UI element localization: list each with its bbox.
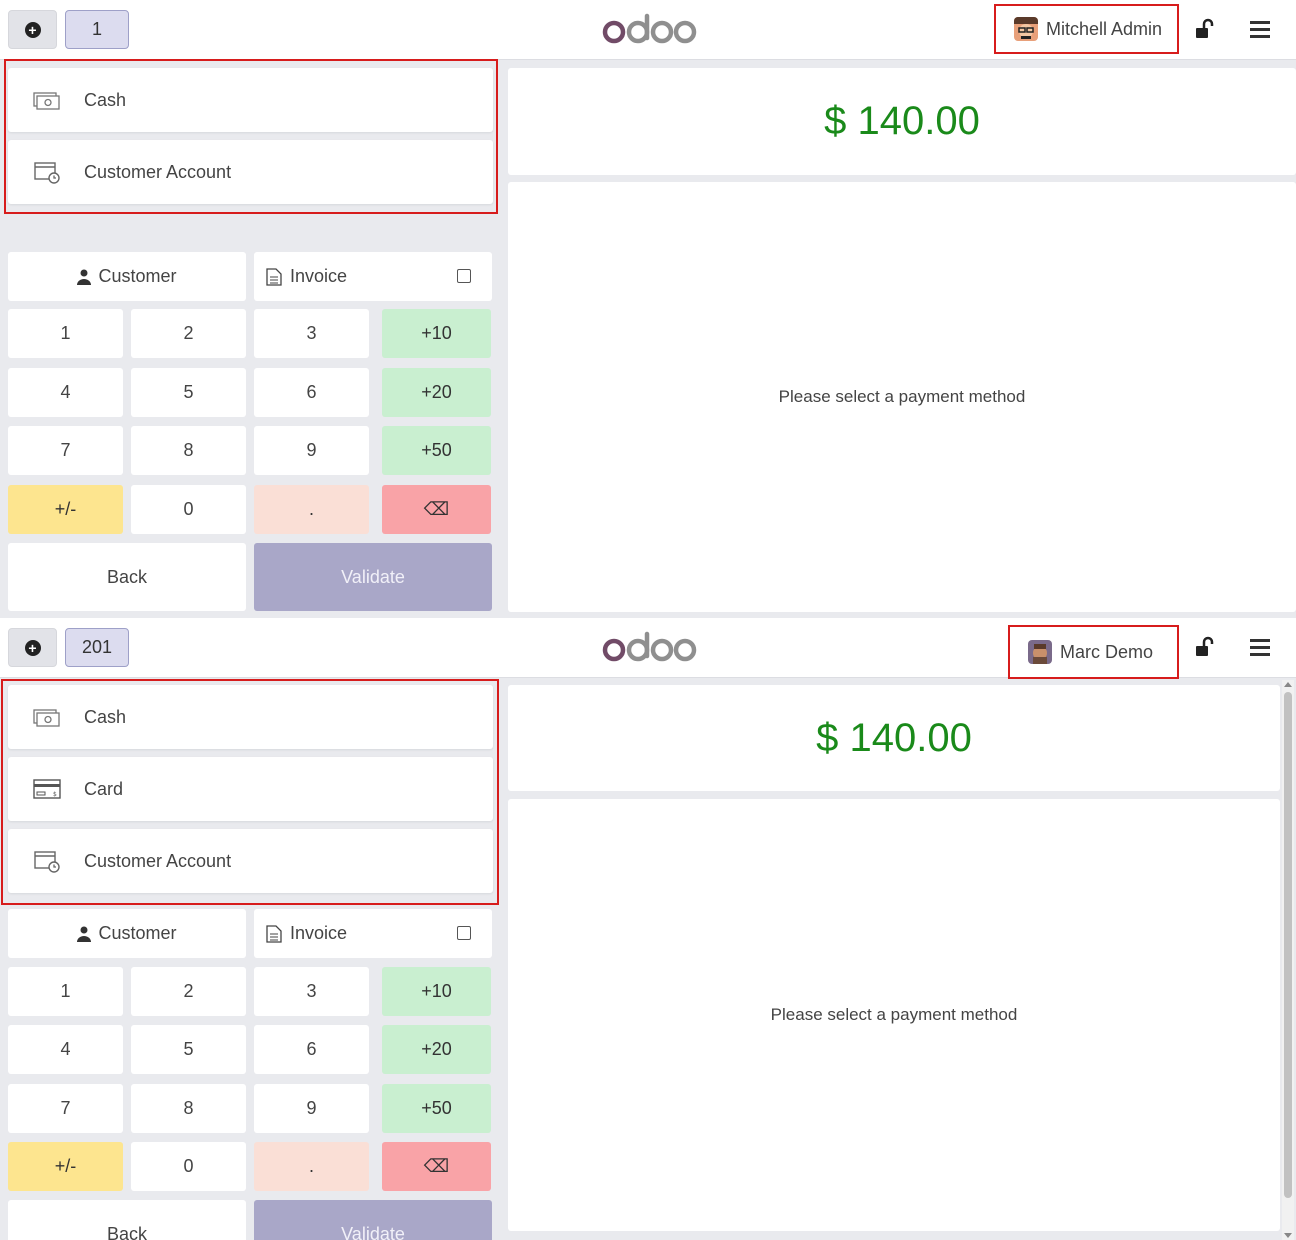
hamburger-menu-icon[interactable] (1248, 636, 1272, 658)
numpad-backspace[interactable]: ⌫ (382, 485, 491, 534)
cash-icon (33, 709, 60, 727)
svg-text:$: $ (53, 791, 57, 798)
payment-method-label: Cash (84, 89, 127, 110)
invoice-label: Invoice (290, 923, 348, 943)
payment-method-label: Cash (84, 706, 127, 727)
new-order-button[interactable]: + (8, 628, 57, 667)
cash-icon (33, 92, 60, 110)
numpad-key-0[interactable]: 0 (131, 485, 246, 534)
document-icon (266, 924, 282, 943)
odoo-logo (602, 631, 697, 662)
numpad-key-5[interactable]: 5 (131, 368, 246, 417)
document-icon (266, 267, 282, 286)
numpad-key-0[interactable]: 0 (131, 1142, 246, 1191)
numpad-decimal[interactable]: . (254, 1142, 369, 1191)
invoice-toggle[interactable]: Invoice (254, 252, 492, 301)
scroll-up-arrow-icon[interactable] (1284, 682, 1292, 687)
numpad-plus-minus[interactable]: +/- (8, 1142, 123, 1191)
numpad-add-10[interactable]: +10 (382, 967, 491, 1016)
numpad-key-7[interactable]: 7 (8, 426, 123, 475)
payment-method-customer-account[interactable]: Customer Account (8, 829, 493, 893)
plus-icon: + (24, 639, 41, 656)
person-icon (77, 269, 92, 285)
payment-method-label: Card (84, 778, 124, 799)
numpad-key-2[interactable]: 2 (131, 967, 246, 1016)
avatar (1028, 640, 1052, 664)
cashier-name: Marc Demo (1060, 641, 1154, 662)
customer-button[interactable]: Customer (8, 909, 246, 958)
cashier-selector[interactable]: Mitchell Admin (994, 4, 1179, 54)
avatar (1014, 17, 1038, 41)
hamburger-menu-icon[interactable] (1248, 18, 1272, 40)
total-amount: $ 140.00 (508, 68, 1296, 175)
person-icon (77, 926, 92, 942)
numpad-add-10[interactable]: +10 (382, 309, 491, 358)
order-tab[interactable]: 1 (65, 10, 129, 49)
scroll-down-arrow-icon[interactable] (1284, 1233, 1292, 1238)
top-bar: + 201 Marc Demo (0, 618, 1296, 679)
numpad-key-9[interactable]: 9 (254, 426, 369, 475)
numpad-add-20[interactable]: +20 (382, 368, 491, 417)
invoice-checkbox[interactable] (457, 269, 471, 283)
customer-account-icon (34, 162, 60, 184)
validate-button[interactable]: Validate (254, 543, 492, 611)
customer-button[interactable]: Customer (8, 252, 246, 301)
numpad-add-50[interactable]: +50 (382, 426, 491, 475)
numpad-key-6[interactable]: 6 (254, 368, 369, 417)
invoice-label: Invoice (290, 266, 348, 286)
customer-account-icon (34, 851, 60, 873)
numpad-key-1[interactable]: 1 (8, 309, 123, 358)
numpad-decimal[interactable]: . (254, 485, 369, 534)
scrollbar-thumb[interactable] (1284, 692, 1292, 1198)
numpad-key-9[interactable]: 9 (254, 1084, 369, 1133)
numpad-key-1[interactable]: 1 (8, 967, 123, 1016)
back-button[interactable]: Back (8, 543, 246, 611)
plus-icon: + (24, 21, 41, 38)
order-tab[interactable]: 201 (65, 628, 129, 667)
payment-status-message: Please select a payment method (508, 799, 1280, 1231)
cashier-selector[interactable]: Marc Demo (1008, 625, 1179, 679)
card-icon: $ (33, 779, 61, 799)
payment-method-label: Customer Account (84, 850, 232, 871)
payment-method-label: Customer Account (84, 161, 232, 182)
validate-button[interactable]: Validate (254, 1200, 492, 1240)
cashier-name: Mitchell Admin (1046, 18, 1163, 39)
numpad-add-50[interactable]: +50 (382, 1084, 491, 1133)
unlock-icon[interactable] (1194, 636, 1216, 658)
pos-payment-screen-demo: + 201 Marc Demo Cash $ Card Customer Acc… (0, 618, 1296, 1240)
numpad-plus-minus[interactable]: +/- (8, 485, 123, 534)
numpad-key-3[interactable]: 3 (254, 309, 369, 358)
numpad-add-20[interactable]: +20 (382, 1025, 491, 1074)
back-button[interactable]: Back (8, 1200, 246, 1240)
customer-label: Customer (98, 923, 177, 943)
unlock-icon[interactable] (1194, 18, 1216, 40)
odoo-logo (602, 13, 697, 44)
invoice-toggle[interactable]: Invoice (254, 909, 492, 958)
numpad-key-7[interactable]: 7 (8, 1084, 123, 1133)
numpad-key-4[interactable]: 4 (8, 1025, 123, 1074)
invoice-checkbox[interactable] (457, 926, 471, 940)
numpad-backspace[interactable]: ⌫ (382, 1142, 491, 1191)
numpad-key-2[interactable]: 2 (131, 309, 246, 358)
numpad-key-4[interactable]: 4 (8, 368, 123, 417)
top-bar: + 1 Mitchell Admin (0, 0, 1296, 60)
payment-method-card[interactable]: $ Card (8, 757, 493, 821)
numpad-key-6[interactable]: 6 (254, 1025, 369, 1074)
total-amount: $ 140.00 (508, 685, 1280, 791)
new-order-button[interactable]: + (8, 10, 57, 49)
numpad-key-3[interactable]: 3 (254, 967, 369, 1016)
payment-status-message: Please select a payment method (508, 182, 1296, 612)
payment-method-cash[interactable]: Cash (8, 68, 493, 132)
numpad-key-8[interactable]: 8 (131, 1084, 246, 1133)
customer-label: Customer (98, 266, 177, 286)
payment-method-cash[interactable]: Cash (8, 685, 493, 749)
numpad-key-8[interactable]: 8 (131, 426, 246, 475)
pos-payment-screen-admin: + 1 Mitchell Admin Cash Customer Account… (0, 0, 1296, 618)
numpad-key-5[interactable]: 5 (131, 1025, 246, 1074)
payment-method-customer-account[interactable]: Customer Account (8, 140, 493, 204)
vertical-scrollbar[interactable] (1282, 680, 1294, 1240)
